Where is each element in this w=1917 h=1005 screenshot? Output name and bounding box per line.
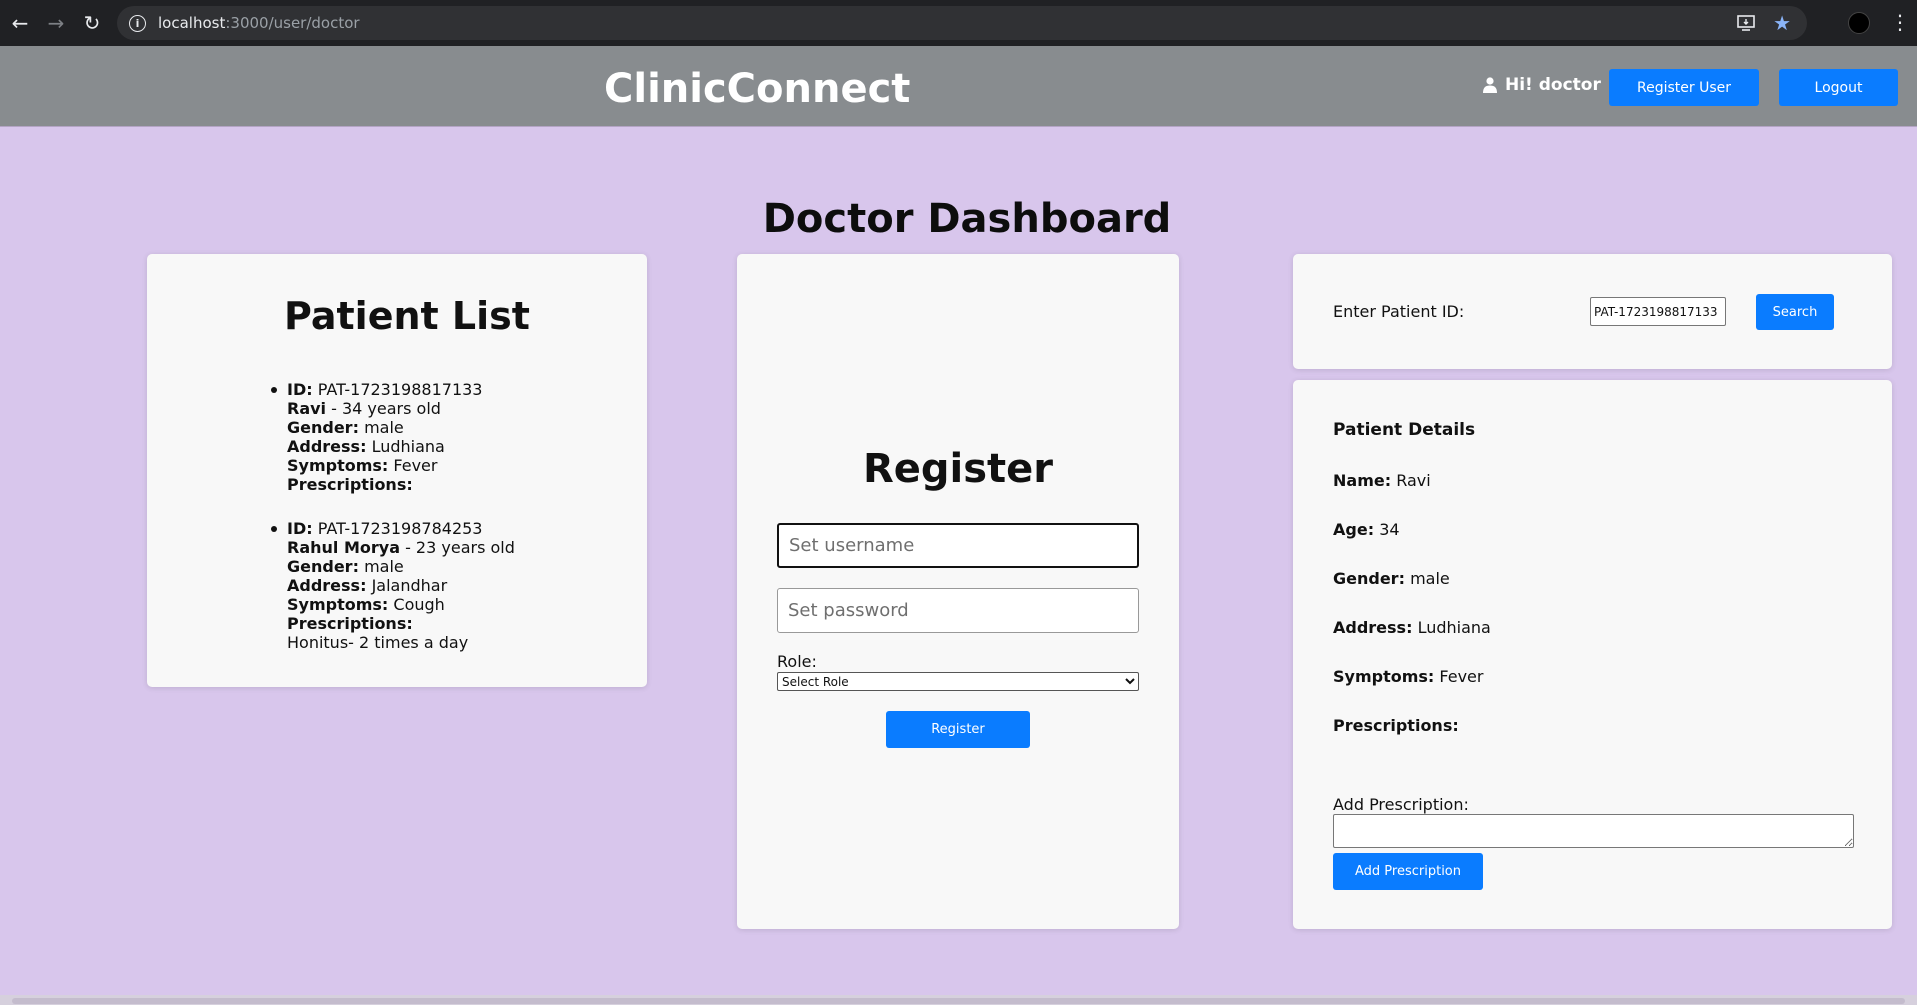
patient-age: - 23 years old	[399, 538, 515, 557]
back-icon[interactable]: ←	[2, 5, 38, 41]
add-prescription-input[interactable]	[1333, 814, 1854, 848]
address-label: Address:	[287, 576, 367, 595]
search-button[interactable]: Search	[1756, 294, 1834, 330]
detail-symptoms-value: Fever	[1439, 667, 1484, 686]
patient-search-card: Enter Patient ID: Search	[1293, 254, 1892, 369]
patient-details-heading: Patient Details	[1333, 420, 1476, 440]
detail-name-label: Name:	[1333, 471, 1392, 490]
profile-avatar[interactable]	[1848, 12, 1870, 34]
brand-title: ClinicConnect	[604, 66, 911, 112]
detail-name-value: Ravi	[1396, 471, 1431, 490]
detail-prescriptions-label: Prescriptions:	[1333, 716, 1459, 735]
id-label: ID:	[287, 380, 313, 399]
address-label: Address:	[287, 437, 367, 456]
patient-id: PAT-1723198784253	[317, 519, 483, 538]
detail-address-label: Address:	[1333, 618, 1413, 637]
gender-label: Gender:	[287, 557, 359, 576]
user-greeting: Hi! doctor	[1483, 75, 1601, 95]
app-header: ClinicConnect Hi! doctor Register User L…	[0, 46, 1917, 127]
horizontal-scrollbar[interactable]	[0, 995, 1917, 1005]
patient-details-card: Patient Details Name: Ravi Age: 34 Gende…	[1293, 380, 1892, 929]
patient-name: Rahul Morya	[287, 538, 400, 557]
logout-button[interactable]: Logout	[1779, 69, 1898, 106]
user-icon	[1483, 77, 1497, 93]
prescriptions-label: Prescriptions:	[287, 614, 413, 633]
detail-gender-value: male	[1410, 569, 1450, 588]
patient-list-title: Patient List	[284, 294, 530, 338]
gender-label: Gender:	[287, 418, 359, 437]
bookmark-star-icon[interactable]: ★	[1773, 11, 1791, 35]
url-path: :3000/user/doctor	[225, 14, 360, 32]
patient-gender: male	[364, 557, 404, 576]
detail-symptoms: Symptoms: Fever	[1333, 667, 1483, 686]
patient-list: ID: PAT-1723198817133 Ravi - 34 years ol…	[271, 380, 515, 677]
install-app-icon[interactable]	[1737, 15, 1755, 31]
patient-address: Jalandhar	[371, 576, 448, 595]
register-title: Register	[862, 446, 1054, 492]
register-user-button[interactable]: Register User	[1609, 69, 1759, 106]
patient-list-card: Patient List ID: PAT-1723198817133 Ravi …	[147, 254, 647, 687]
role-select[interactable]: Select Role	[777, 672, 1139, 691]
password-input[interactable]	[777, 588, 1139, 633]
greeting-text: Hi! doctor	[1505, 75, 1601, 95]
detail-age-label: Age:	[1333, 520, 1375, 539]
reload-icon[interactable]: ↻	[74, 5, 110, 41]
patient-list-item: ID: PAT-1723198784253 Rahul Morya - 23 y…	[271, 519, 515, 652]
page-title: Doctor Dashboard	[762, 196, 1172, 242]
register-submit-button[interactable]: Register	[886, 711, 1030, 748]
browser-menu-icon[interactable]: ⋮	[1890, 10, 1910, 34]
register-card: Register Role: Select Role Register	[737, 254, 1179, 929]
detail-gender: Gender: male	[1333, 569, 1450, 588]
scrollbar-thumb[interactable]	[12, 998, 1905, 1004]
detail-symptoms-label: Symptoms:	[1333, 667, 1435, 686]
patient-id: PAT-1723198817133	[317, 380, 483, 399]
add-prescription-label: Add Prescription:	[1333, 795, 1469, 814]
url-host: localhost	[158, 14, 226, 32]
patient-gender: male	[364, 418, 404, 437]
role-label: Role:	[777, 652, 817, 671]
detail-gender-label: Gender:	[1333, 569, 1405, 588]
id-label: ID:	[287, 519, 313, 538]
detail-prescriptions: Prescriptions:	[1333, 716, 1459, 735]
browser-toolbar: ← → ↻ i localhost:3000/user/doctor ★ ⋮	[0, 0, 1917, 46]
prescriptions-label: Prescriptions:	[287, 475, 413, 494]
address-bar[interactable]: i localhost:3000/user/doctor ★	[117, 6, 1807, 40]
username-input[interactable]	[777, 523, 1139, 568]
symptoms-label: Symptoms:	[287, 456, 389, 475]
detail-name: Name: Ravi	[1333, 471, 1431, 490]
add-prescription-button[interactable]: Add Prescription	[1333, 853, 1483, 890]
patient-symptoms: Cough	[393, 595, 445, 614]
patient-age: - 34 years old	[326, 399, 441, 418]
detail-age-value: 34	[1379, 520, 1400, 539]
detail-age: Age: 34	[1333, 520, 1400, 539]
patient-id-label: Enter Patient ID:	[1333, 302, 1465, 321]
forward-icon[interactable]: →	[38, 5, 74, 41]
patient-symptoms: Fever	[393, 456, 438, 475]
detail-address-value: Ludhiana	[1417, 618, 1491, 637]
patient-id-input[interactable]	[1590, 297, 1726, 326]
patient-name: Ravi	[287, 399, 327, 418]
symptoms-label: Symptoms:	[287, 595, 389, 614]
patient-list-item: ID: PAT-1723198817133 Ravi - 34 years ol…	[271, 380, 515, 494]
patient-address: Ludhiana	[371, 437, 445, 456]
site-info-icon[interactable]: i	[129, 14, 146, 32]
detail-address: Address: Ludhiana	[1333, 618, 1491, 637]
patient-prescriptions: Honitus- 2 times a day	[287, 633, 469, 652]
